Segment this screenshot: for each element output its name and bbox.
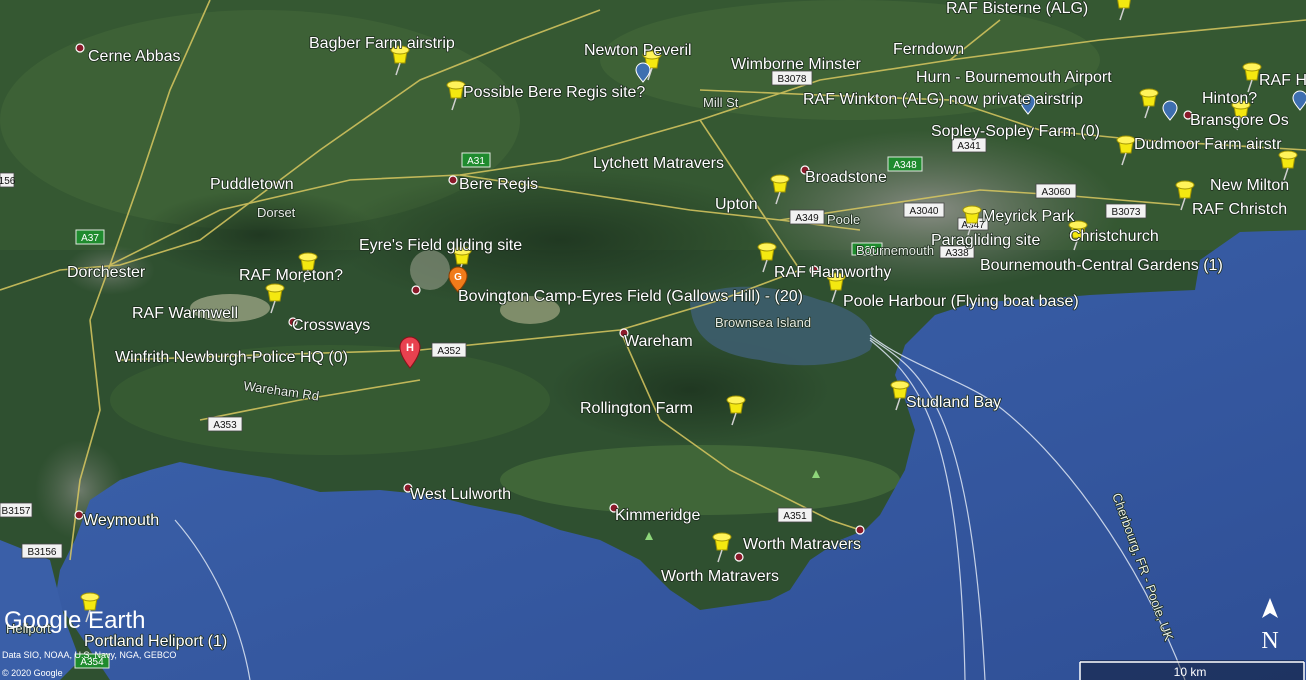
label-wareham: Wareham [624, 333, 693, 350]
svg-text:A352: A352 [437, 346, 461, 357]
label-meyrick-park: Meyrick Park [982, 208, 1075, 225]
label-eyres-field: Eyre's Field gliding site [359, 237, 522, 254]
svg-text:B3157: B3157 [2, 506, 31, 517]
label-raf-hamworthy: RAF Hamworthy [774, 264, 891, 281]
satellite-map[interactable]: A37 A31 A348 A354 A35 A352 A353 A351 B30… [0, 0, 1306, 680]
label-upton: Upton [715, 196, 758, 213]
label-puddletown: Puddletown [210, 176, 294, 193]
label-raf-christchurch: RAF Christch [1192, 201, 1287, 218]
label-poole-harbour: Poole Harbour (Flying boat base) [843, 293, 1079, 310]
label-raf-moreton: RAF Moreton? [239, 267, 343, 284]
svg-text:A37: A37 [81, 233, 99, 244]
label-ferndown: Ferndown [893, 41, 964, 58]
label-bransgore: Bransgore Os [1190, 112, 1289, 129]
label-wimborne-minster: Wimborne Minster [731, 56, 861, 73]
svg-text:A349: A349 [795, 213, 819, 224]
svg-text:B3078: B3078 [778, 74, 807, 85]
svg-text:H: H [406, 342, 414, 354]
svg-text:N: N [1261, 628, 1278, 654]
label-raf-h: RAF H [1259, 72, 1306, 89]
label-bovington: Bovington Camp-Eyres Field (Gallows Hill… [458, 288, 803, 305]
copyright-text: © 2020 Google [2, 668, 63, 678]
svg-text:A31: A31 [467, 156, 485, 167]
label-worth-matravers-2: Worth Matravers [661, 568, 779, 585]
svg-text:G: G [454, 272, 462, 283]
label-west-lulworth: West Lulworth [410, 486, 511, 503]
svg-text:B3156: B3156 [28, 547, 57, 558]
label-lytchett-matravers: Lytchett Matravers [593, 155, 724, 172]
label-raf-winkton: RAF Winkton (ALG) now private airstrip [803, 91, 1083, 108]
label-bere-regis: Bere Regis [459, 176, 538, 193]
label-crossways: Crossways [292, 317, 370, 334]
label-hinton: Hinton? [1202, 90, 1257, 107]
label-dorchester: Dorchester [67, 264, 146, 281]
svg-text:10 km: 10 km [1174, 665, 1207, 679]
label-winfrith: Winfrith Newburgh-Police HQ (0) [115, 349, 348, 366]
scale-bar: 10 km [1079, 660, 1305, 680]
svg-text:A351: A351 [783, 511, 807, 522]
label-bournemouth-gardens: Bournemouth-Central Gardens (1) [980, 257, 1223, 274]
label-new-milton: New Milton [1210, 177, 1289, 194]
svg-text:156: 156 [0, 176, 16, 187]
label-dudmoor-farm: Dudmoor Farm airstr [1134, 136, 1282, 153]
svg-text:B3073: B3073 [1112, 207, 1141, 218]
svg-text:A348: A348 [893, 160, 917, 171]
svg-text:A353: A353 [213, 420, 237, 431]
label-mill-st: Mill St [703, 95, 739, 110]
label-bagber-farm: Bagber Farm airstrip [309, 35, 455, 52]
label-sopley-farm: Sopley-Sopley Farm (0) [931, 123, 1100, 140]
label-dorset: Dorset [257, 205, 296, 220]
svg-text:A3060: A3060 [1042, 187, 1071, 198]
label-raf-bisterne: RAF Bisterne (ALG) [946, 0, 1088, 17]
label-broadstone: Broadstone [805, 169, 887, 186]
label-newton-peveril: Newton Peveril [584, 42, 692, 59]
label-raf-warmwell: RAF Warmwell [132, 305, 238, 322]
label-worth-matravers-1: Worth Matravers [743, 536, 861, 553]
label-possible-bere-regis: Possible Bere Regis site? [463, 84, 645, 101]
svg-text:A3040: A3040 [910, 206, 939, 217]
label-portland-heliport: Portland Heliport (1) [84, 633, 227, 650]
attribution-text: Data SIO, NOAA, U.S. Navy, NGA, GEBCO [2, 650, 176, 660]
label-bournemouth: Bournemouth [856, 243, 934, 258]
svg-text:A341: A341 [957, 141, 981, 152]
label-studland-bay: Studland Bay [906, 394, 1001, 411]
label-paragliding: Paragliding site [931, 232, 1041, 249]
label-weymouth: Weymouth [83, 512, 159, 529]
label-hurn-airport: Hurn - Bournemouth Airport [916, 69, 1112, 86]
label-christchurch: Christchurch [1069, 228, 1159, 245]
label-poole: Poole [827, 212, 860, 227]
label-kimmeridge: Kimmeridge [615, 507, 700, 524]
svg-text:A338: A338 [945, 248, 969, 259]
google-earth-watermark: Google Earth [4, 607, 145, 634]
label-rollington-farm: Rollington Farm [580, 400, 693, 417]
label-cerne-abbas: Cerne Abbas [88, 48, 181, 65]
label-brownsea: Brownsea Island [715, 315, 811, 330]
